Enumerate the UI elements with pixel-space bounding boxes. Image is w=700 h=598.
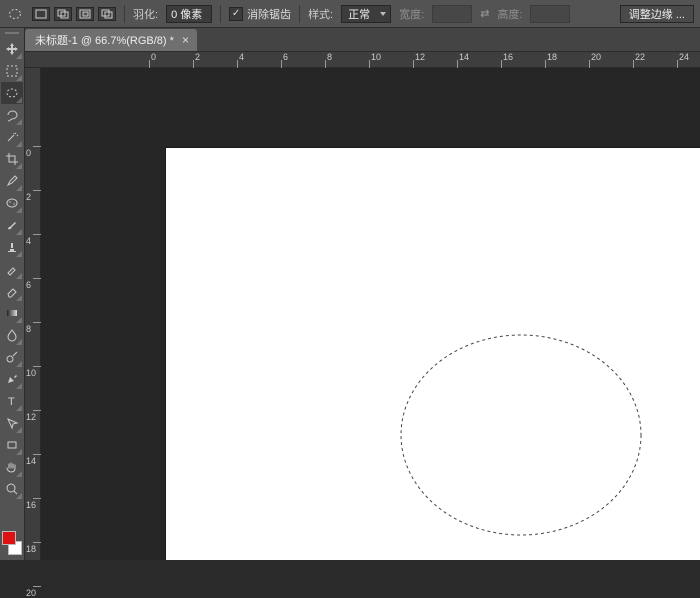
pen-tool[interactable] xyxy=(1,368,23,390)
path-selection-tool[interactable] xyxy=(1,412,23,434)
feather-label: 羽化: xyxy=(133,6,158,22)
antialias-toggle[interactable]: 消除锯齿 xyxy=(229,6,291,22)
height-label: 高度: xyxy=(497,6,522,22)
antialias-label: 消除锯齿 xyxy=(247,6,291,22)
history-brush-tool[interactable] xyxy=(1,258,23,280)
type-tool[interactable]: T xyxy=(1,390,23,412)
rectangular-marquee-tool[interactable] xyxy=(1,60,23,82)
ruler-vertical[interactable]: 02468101214161820 xyxy=(25,68,41,560)
refine-edge-button[interactable]: 调整边缘 ... xyxy=(620,5,694,23)
gradient-tool[interactable] xyxy=(1,302,23,324)
document-tab[interactable]: 未标题-1 @ 66.7%(RGB/8) * × xyxy=(25,29,197,51)
elliptical-marquee-tool[interactable] xyxy=(1,82,23,104)
close-icon[interactable]: × xyxy=(182,34,189,46)
add-to-selection-icon[interactable] xyxy=(54,7,72,21)
move-tool[interactable] xyxy=(1,38,23,60)
magic-wand-tool[interactable] xyxy=(1,126,23,148)
check-icon xyxy=(229,7,243,21)
svg-text:T: T xyxy=(8,396,15,408)
feather-input[interactable]: 0 像素 xyxy=(166,5,212,23)
height-input xyxy=(530,5,570,23)
width-input xyxy=(432,5,472,23)
dodge-tool[interactable] xyxy=(1,346,23,368)
selection-mode-group xyxy=(32,7,116,21)
options-bar: 羽化: 0 像素 消除锯齿 样式: 正常 宽度: ⇄ 高度: 调整边缘 ... xyxy=(0,0,700,28)
workspace[interactable] xyxy=(41,68,700,560)
new-selection-icon[interactable] xyxy=(32,7,50,21)
color-swatches[interactable] xyxy=(1,530,23,556)
style-select[interactable]: 正常 xyxy=(341,5,391,23)
eraser-tool[interactable] xyxy=(1,280,23,302)
ruler-horizontal[interactable]: 024681012141618202224262830 xyxy=(25,52,700,68)
clone-stamp-tool[interactable] xyxy=(1,236,23,258)
document-tabs: 未标题-1 @ 66.7%(RGB/8) * × xyxy=(0,28,700,52)
rectangle-tool[interactable] xyxy=(1,434,23,456)
zoom-tool[interactable] xyxy=(1,478,23,500)
intersect-selection-icon[interactable] xyxy=(98,7,116,21)
hand-tool[interactable] xyxy=(1,456,23,478)
lasso-tool[interactable] xyxy=(1,104,23,126)
subtract-from-selection-icon[interactable] xyxy=(76,7,94,21)
active-tool-icon xyxy=(6,5,24,23)
document-tab-title: 未标题-1 @ 66.7%(RGB/8) * xyxy=(35,32,174,48)
toolbox: T xyxy=(0,28,25,560)
eyedropper-tool[interactable] xyxy=(1,170,23,192)
blur-tool[interactable] xyxy=(1,324,23,346)
spot-healing-tool[interactable] xyxy=(1,192,23,214)
style-label: 样式: xyxy=(308,6,333,22)
brush-tool[interactable] xyxy=(1,214,23,236)
foreground-swatch[interactable] xyxy=(2,531,16,545)
elliptical-selection[interactable] xyxy=(396,328,646,543)
canvas[interactable] xyxy=(166,148,700,560)
crop-tool[interactable] xyxy=(1,148,23,170)
width-label: 宽度: xyxy=(399,6,424,22)
swap-dimensions-icon: ⇄ xyxy=(480,7,489,20)
